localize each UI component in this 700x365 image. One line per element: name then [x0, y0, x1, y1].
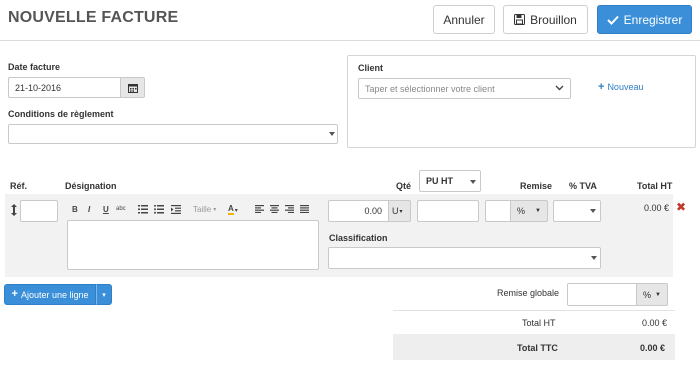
chevron-down-icon: ▼ [535, 208, 541, 214]
chevron-down-icon [555, 85, 564, 91]
client-search-input[interactable]: Taper et sélectionner votre client [358, 78, 571, 99]
discount-input[interactable] [485, 200, 511, 222]
add-line-label: Ajouter une ligne [20, 289, 89, 300]
qty-input[interactable]: 0.00 [328, 200, 389, 222]
plus-icon: + [11, 288, 18, 300]
classification-select[interactable] [328, 247, 601, 269]
chevron-down-icon: ▼ [655, 291, 661, 298]
page-title: NOUVELLE FACTURE [8, 9, 179, 26]
add-line-dropdown-button[interactable]: ▾ [96, 284, 112, 305]
save-button[interactable]: Enregistrer [597, 5, 692, 34]
date-label: Date facture [8, 62, 61, 72]
remove-line-icon[interactable]: ✖ [676, 200, 686, 214]
new-client-label: Nouveau [607, 82, 644, 92]
calendar-icon [127, 83, 138, 93]
align-left-icon[interactable] [255, 205, 264, 213]
discount-type-select[interactable]: % ▼ [510, 200, 548, 222]
unordered-list-icon[interactable] [154, 205, 164, 214]
client-placeholder: Taper et sélectionner votre client [365, 83, 495, 94]
strikethrough-button[interactable]: abc [116, 206, 126, 212]
price-type-value: PU HT [426, 176, 453, 186]
line-total: 0.00 € [644, 203, 670, 213]
header-divider [0, 40, 700, 41]
discount-type-value: % [517, 206, 526, 216]
header-total: Total HT [637, 181, 673, 191]
add-line-button[interactable]: + Ajouter une ligne [4, 284, 96, 305]
summary-divider [393, 310, 675, 311]
date-input[interactable]: 21-10-2016 [8, 77, 121, 98]
align-center-icon[interactable] [270, 205, 279, 213]
total-ht-label: Total HT [522, 318, 556, 328]
payment-terms-select[interactable] [8, 124, 338, 144]
save-label: Enregistrer [623, 12, 683, 27]
classification-label: Classification [329, 233, 388, 243]
ordered-list-icon[interactable] [138, 205, 148, 214]
global-discount-input[interactable] [567, 283, 637, 306]
payment-terms-label: Conditions de règlement [8, 109, 114, 119]
text-color-label: A [228, 204, 234, 215]
align-right-icon[interactable] [285, 205, 294, 213]
chevron-down-icon [329, 132, 335, 136]
total-ht-value: 0.00 € [642, 318, 668, 328]
date-value: 21-10-2016 [15, 82, 62, 93]
check-icon [606, 15, 619, 25]
unit-price-input[interactable] [417, 200, 479, 222]
indent-icon[interactable] [171, 205, 181, 214]
text-color-button[interactable]: A ▾ [228, 205, 238, 215]
cancel-button[interactable]: Annuler [433, 5, 495, 34]
client-label: Client [358, 63, 384, 73]
italic-button[interactable]: I [88, 205, 90, 214]
draft-button[interactable]: Brouillon [503, 5, 588, 34]
floppy-disk-icon [514, 14, 526, 25]
underline-button[interactable]: U [103, 205, 109, 214]
cancel-label: Annuler [443, 12, 485, 27]
draft-label: Brouillon [530, 12, 577, 27]
total-ttc-value: 0.00 € [640, 343, 666, 353]
chevron-down-icon: ▾ [102, 291, 106, 299]
chevron-down-icon [590, 209, 596, 213]
header-qty: Qté [396, 181, 412, 191]
global-discount-type-select[interactable]: % ▼ [636, 283, 668, 306]
header-discount: Remise [520, 181, 553, 191]
bold-button[interactable]: B [72, 205, 78, 214]
global-discount-label: Remise globale [497, 288, 560, 298]
chevron-down-icon: ▾ [399, 208, 403, 215]
unit-select[interactable]: U ▾ [388, 200, 411, 222]
unit-value: U [392, 206, 399, 216]
font-size-label: Taille [193, 205, 212, 214]
chevron-down-icon [470, 180, 476, 184]
designation-editor[interactable] [67, 220, 319, 270]
header-vat: % TVA [569, 181, 597, 191]
header-ref: Réf. [10, 181, 28, 191]
chevron-down-icon [591, 256, 597, 260]
new-client-link[interactable]: + Nouveau [598, 80, 644, 93]
calendar-button[interactable] [120, 77, 145, 98]
font-size-select[interactable]: Taille ▾ [193, 205, 216, 214]
chevron-down-icon: ▾ [213, 207, 217, 213]
plus-icon: + [598, 80, 605, 93]
align-justify-icon[interactable] [300, 205, 309, 213]
line-ref-input[interactable] [20, 200, 58, 222]
chevron-down-icon: ▾ [234, 207, 238, 214]
total-ttc-label: Total TTC [517, 343, 558, 353]
drag-handle-icon[interactable] [11, 204, 17, 216]
qty-value: 0.00 [364, 206, 382, 216]
client-panel [347, 55, 696, 148]
header-designation: Désignation [65, 181, 117, 191]
global-discount-type-value: % [643, 289, 652, 300]
